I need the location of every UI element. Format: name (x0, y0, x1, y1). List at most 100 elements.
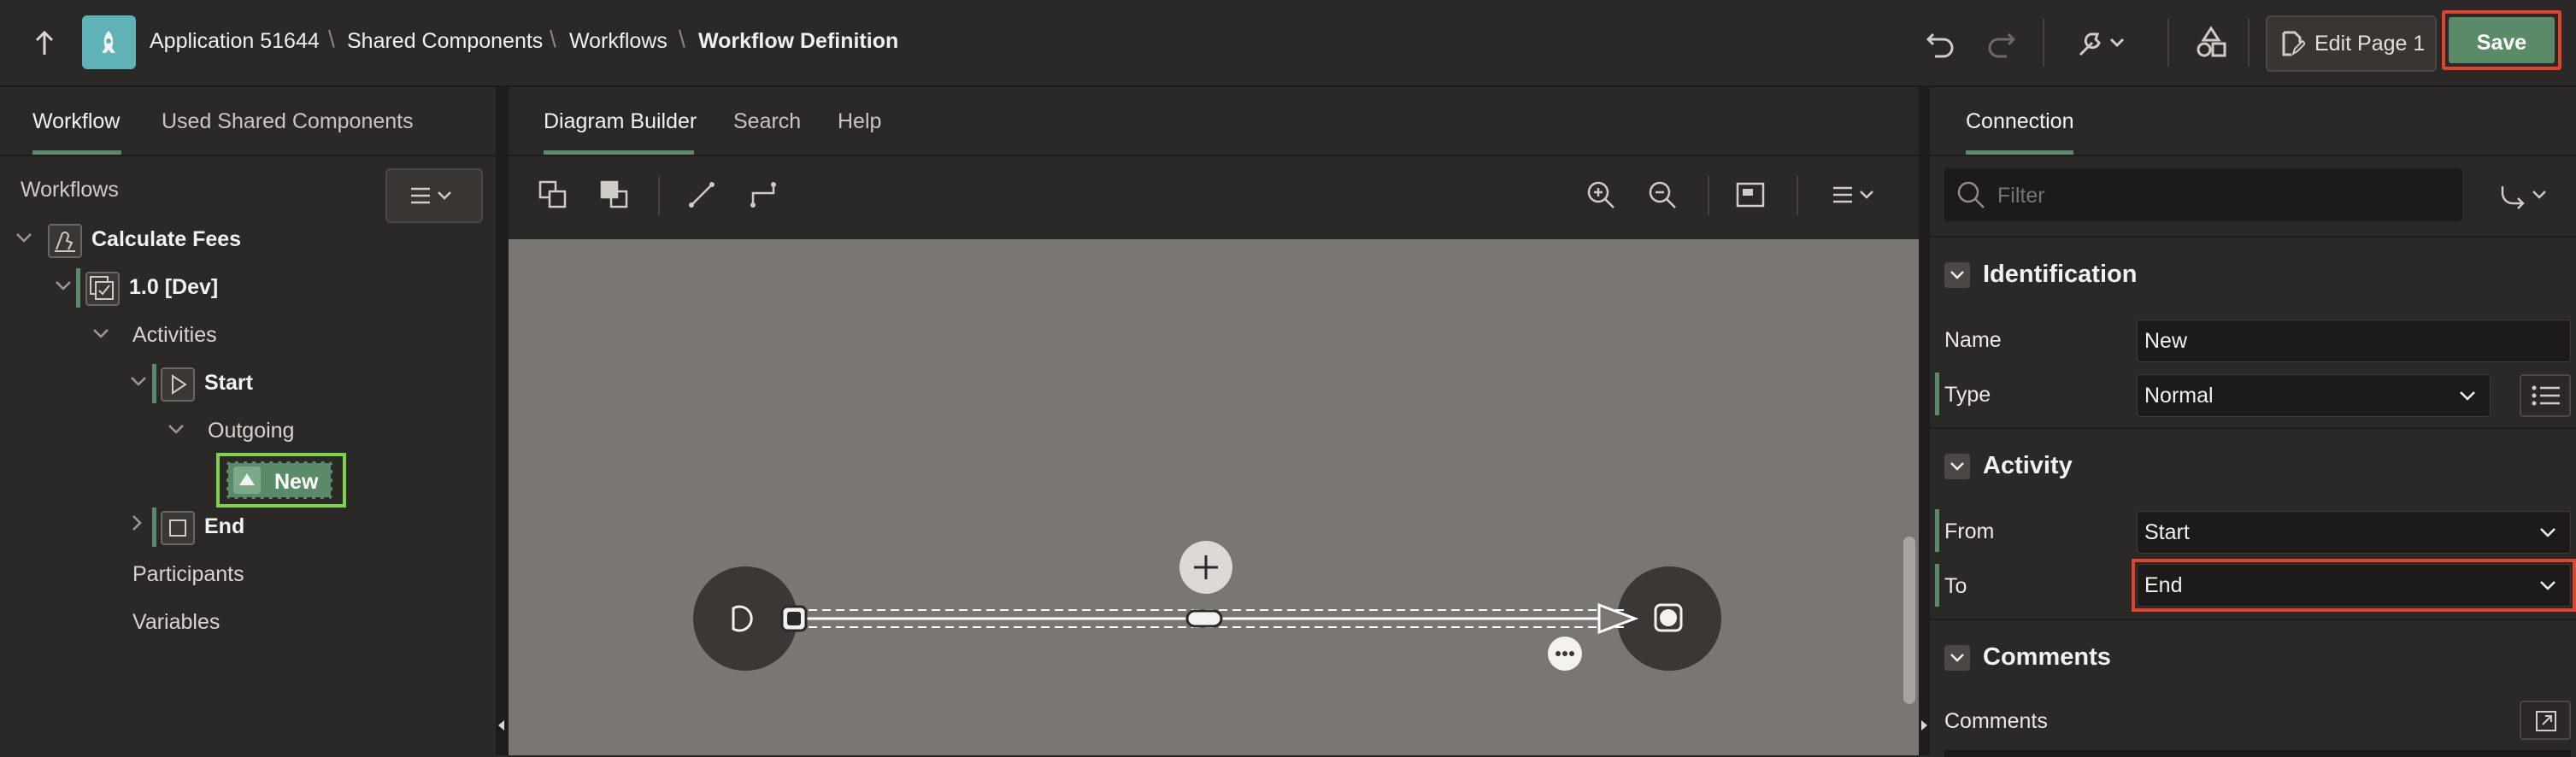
required-indicator (1935, 509, 1939, 552)
required-indicator (1935, 373, 1939, 415)
chevron-right-icon[interactable] (132, 514, 144, 531)
tree-item-variables[interactable]: Variables (132, 610, 220, 635)
bring-forward-icon[interactable] (538, 179, 568, 210)
shapes-icon[interactable] (2195, 26, 2227, 58)
connection-midpoint-handle[interactable] (1185, 609, 1223, 628)
tree-item-start[interactable]: Start (204, 371, 253, 396)
edit-page-button[interactable]: Edit Page 1 (2266, 15, 2437, 72)
name-field[interactable]: New (2137, 320, 2571, 362)
tree-item-outgoing[interactable]: Outgoing (208, 419, 294, 443)
from-select[interactable]: Start (2137, 511, 2571, 554)
breadcrumb-application[interactable]: Application 51644 (150, 29, 320, 54)
tree-menu-button[interactable] (385, 168, 483, 223)
comments-heading: Comments (1983, 643, 2111, 671)
redo-icon[interactable] (1986, 27, 2017, 58)
vertical-divider (2043, 19, 2044, 67)
menu-icon[interactable] (1832, 185, 1879, 205)
tree-gutter (76, 268, 80, 308)
diagram-canvas[interactable] (509, 239, 1919, 755)
connection-type-icon[interactable] (2499, 181, 2550, 212)
tab-used-shared-components[interactable]: Used Shared Components (162, 109, 414, 134)
list-icon (2532, 385, 2560, 406)
save-label: Save (2476, 31, 2527, 55)
breadcrumb-separator: \ (328, 26, 335, 52)
tree-gutter (152, 364, 156, 403)
collapse-activity-button[interactable] (1944, 454, 1970, 479)
workflow-icon (48, 224, 82, 258)
top-toolbar: Application 51644 \ Shared Components \ … (0, 0, 2576, 87)
collapse-identification-button[interactable] (1944, 262, 1970, 288)
collapse-comments-button[interactable] (1944, 645, 1970, 671)
tree-item-participants[interactable]: Participants (132, 562, 244, 587)
chevron-down-icon[interactable] (168, 424, 185, 436)
property-editor: Connection Identification Name New Type … (1930, 87, 2576, 757)
chevron-down-icon[interactable] (92, 328, 109, 340)
filter-input[interactable] (1996, 177, 2444, 214)
type-label: Type (1944, 383, 1991, 407)
tab-divider (509, 155, 1919, 156)
tree-item-end[interactable]: End (204, 514, 244, 539)
to-label: To (1944, 574, 1967, 598)
name-value: New (2144, 329, 2188, 353)
fit-icon[interactable] (1736, 181, 1765, 208)
section-separator (1930, 427, 2576, 429)
chevron-down-icon[interactable] (55, 280, 72, 292)
breadcrumb-workflows[interactable]: Workflows (569, 29, 668, 54)
tab-diagram-builder[interactable]: Diagram Builder (544, 109, 697, 134)
chevron-down-icon[interactable] (130, 376, 147, 388)
app-icon[interactable] (82, 15, 136, 69)
comments-field[interactable] (1944, 750, 2571, 757)
to-value: End (2144, 573, 2183, 597)
tab-help[interactable]: Help (838, 109, 881, 134)
zoom-out-icon[interactable] (1647, 179, 1678, 210)
tab-divider (1930, 155, 2576, 156)
tree-item-workflow[interactable]: Calculate Fees (91, 227, 241, 252)
canvas-scrollbar[interactable] (1903, 537, 1915, 704)
left-panel: Workflow Used Shared Components Workflow… (0, 87, 496, 755)
tree-item-version[interactable]: 1.0 [Dev] (129, 275, 218, 300)
section-separator (1930, 619, 2576, 620)
tab-divider (0, 155, 496, 156)
name-label: Name (1944, 328, 2002, 352)
expand-editor-button[interactable] (2520, 701, 2571, 740)
tree-item-connection-new[interactable]: New (216, 453, 346, 508)
right-splitter[interactable] (1919, 87, 1930, 755)
version-icon (85, 272, 120, 306)
more-options-button[interactable] (1548, 637, 1582, 671)
toolbar-divider (1797, 176, 1798, 215)
chevron-down-icon (2540, 581, 2555, 590)
tab-workflow[interactable]: Workflow (32, 109, 120, 134)
menu-icon (409, 185, 457, 206)
tab-search[interactable]: Search (733, 109, 801, 134)
breadcrumb-shared-components[interactable]: Shared Components (347, 29, 543, 54)
elbow-line-icon[interactable] (750, 181, 777, 208)
breadcrumb-separator: \ (550, 26, 556, 52)
section-separator (1930, 236, 2576, 238)
chevron-down-icon (2460, 391, 2475, 401)
filter-field[interactable] (1944, 168, 2462, 221)
expand-icon (2536, 711, 2556, 731)
type-value: Normal (2144, 384, 2214, 408)
add-activity-button[interactable] (1179, 541, 1232, 594)
up-arrow-icon[interactable] (32, 29, 56, 56)
type-select[interactable]: Normal (2137, 374, 2491, 417)
chevron-down-icon[interactable] (15, 232, 32, 244)
wrench-icon[interactable] (2075, 27, 2128, 58)
list-of-values-button[interactable] (2520, 374, 2571, 417)
to-select[interactable]: End (2137, 564, 2571, 607)
tree-item-activities[interactable]: Activities (132, 323, 217, 348)
tree-heading: Workflows (21, 178, 119, 202)
toolbar-divider (658, 176, 660, 215)
undo-icon[interactable] (1925, 27, 1956, 58)
save-button[interactable]: Save (2442, 10, 2561, 70)
vertical-divider (2167, 19, 2169, 67)
start-activity-icon (161, 367, 195, 402)
straight-line-icon[interactable] (688, 181, 715, 208)
left-splitter[interactable] (496, 87, 509, 755)
vertical-divider (2248, 19, 2250, 67)
identification-heading: Identification (1983, 261, 2138, 288)
zoom-in-icon[interactable] (1585, 179, 1616, 210)
send-backward-icon[interactable] (599, 179, 630, 210)
tab-connection[interactable]: Connection (1966, 109, 2073, 134)
from-label: From (1944, 519, 1995, 543)
